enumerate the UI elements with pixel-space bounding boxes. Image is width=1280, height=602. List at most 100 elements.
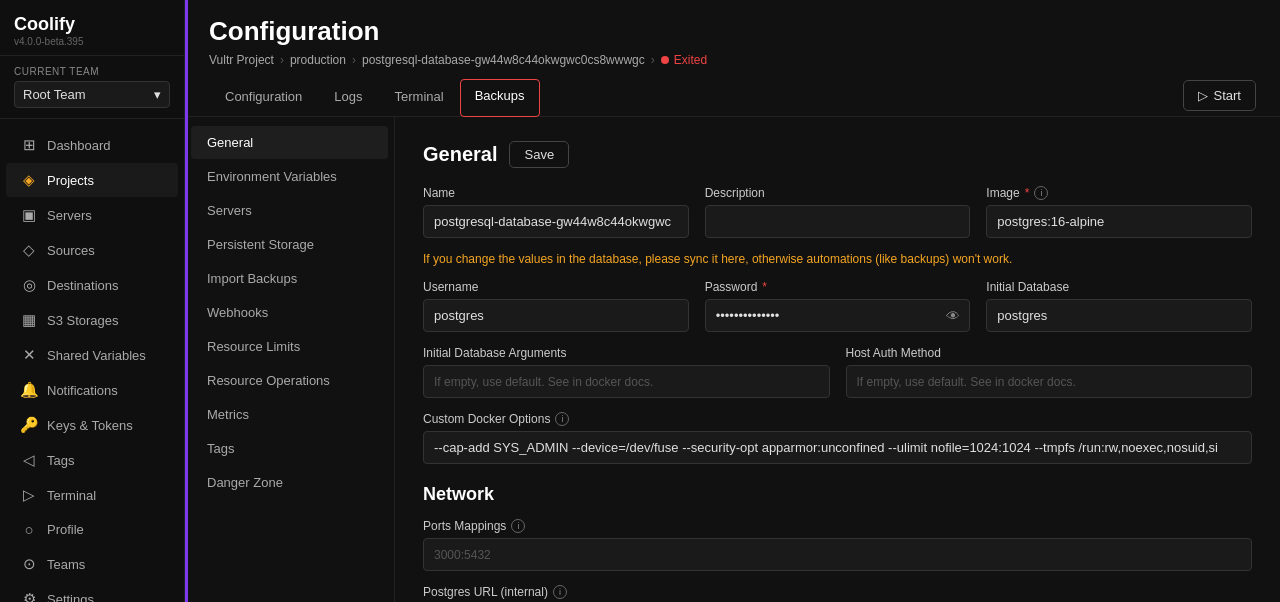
section-header: General Save bbox=[423, 141, 1252, 168]
sub-nav-persistent[interactable]: Persistent Storage bbox=[191, 228, 388, 261]
sub-nav-dangerzone[interactable]: Danger Zone bbox=[191, 466, 388, 499]
main-content: Configuration Vultr Project › production… bbox=[185, 0, 1280, 602]
brand-version: v4.0.0-beta.395 bbox=[14, 36, 170, 47]
team-section: Current Team Root Team ▾ bbox=[0, 56, 184, 119]
ports-input[interactable] bbox=[423, 538, 1252, 571]
sidebar-label-sources: Sources bbox=[47, 243, 95, 258]
initial-db-input[interactable] bbox=[986, 299, 1252, 332]
breadcrumb-resource[interactable]: postgresql-database-gw44w8c44okwgwc0cs8w… bbox=[362, 53, 645, 67]
sidebar-item-destinations[interactable]: ◎ Destinations bbox=[6, 268, 178, 302]
sidebar-label-destinations: Destinations bbox=[47, 278, 119, 293]
sub-nav-resourcelimits[interactable]: Resource Limits bbox=[191, 330, 388, 363]
docker-opts-input[interactable] bbox=[423, 431, 1252, 464]
sidebar-item-settings[interactable]: ⚙ Settings bbox=[6, 582, 178, 602]
section-title-text: General bbox=[423, 143, 497, 166]
sub-nav-envvars[interactable]: Environment Variables bbox=[191, 160, 388, 193]
name-desc-image-row: Name Description Image * i bbox=[423, 186, 1252, 238]
sharedvariables-icon: ✕ bbox=[20, 346, 38, 364]
accent-bar bbox=[185, 0, 188, 602]
sidebar-item-servers[interactable]: ▣ Servers bbox=[6, 198, 178, 232]
s3storages-icon: ▦ bbox=[20, 311, 38, 329]
notifications-icon: 🔔 bbox=[20, 381, 38, 399]
docker-opts-label: Custom Docker Options i bbox=[423, 412, 1252, 426]
sidebar-item-projects[interactable]: ◈ Projects bbox=[6, 163, 178, 197]
brand: Coolify v4.0.0-beta.395 bbox=[0, 0, 184, 56]
sidebar-item-sharedvariables[interactable]: ✕ Shared Variables bbox=[6, 338, 178, 372]
sidebar-item-profile[interactable]: ○ Profile bbox=[6, 513, 178, 546]
initial-db-label: Initial Database bbox=[986, 280, 1252, 294]
sidebar-item-sources[interactable]: ◇ Sources bbox=[6, 233, 178, 267]
breadcrumb-env[interactable]: production bbox=[290, 53, 346, 67]
destinations-icon: ◎ bbox=[20, 276, 38, 294]
sub-nav-webhooks[interactable]: Webhooks bbox=[191, 296, 388, 329]
team-selector[interactable]: Root Team ▾ bbox=[14, 81, 170, 108]
brand-name: Coolify bbox=[14, 14, 170, 35]
description-label: Description bbox=[705, 186, 971, 200]
sidebar-label-dashboard: Dashboard bbox=[47, 138, 111, 153]
sub-sidebar: GeneralEnvironment VariablesServersPersi… bbox=[185, 117, 395, 602]
description-input[interactable] bbox=[705, 205, 971, 238]
start-label: Start bbox=[1214, 88, 1241, 103]
docker-opts-info-icon: i bbox=[555, 412, 569, 426]
image-input[interactable] bbox=[986, 205, 1252, 238]
sub-nav-general[interactable]: General bbox=[191, 126, 388, 159]
sidebar-item-notifications[interactable]: 🔔 Notifications bbox=[6, 373, 178, 407]
team-name: Root Team bbox=[23, 87, 86, 102]
sidebar-label-tags: Tags bbox=[47, 453, 74, 468]
ports-group: Ports Mappings i bbox=[423, 519, 1252, 571]
sidebar-label-sharedvariables: Shared Variables bbox=[47, 348, 146, 363]
sidebar-item-tags[interactable]: ◁ Tags bbox=[6, 443, 178, 477]
sub-nav-tags[interactable]: Tags bbox=[191, 432, 388, 465]
ports-label: Ports Mappings i bbox=[423, 519, 1252, 533]
warning-text: If you change the values in the database… bbox=[423, 252, 1252, 266]
sidebar-item-terminal[interactable]: ▷ Terminal bbox=[6, 478, 178, 512]
db-args-input[interactable] bbox=[423, 365, 830, 398]
description-group: Description bbox=[705, 186, 971, 238]
tab-logs[interactable]: Logs bbox=[318, 79, 378, 116]
network-title: Network bbox=[423, 484, 1252, 505]
sidebar-item-s3storages[interactable]: ▦ S3 Storages bbox=[6, 303, 178, 337]
page-header: Configuration Vultr Project › production… bbox=[185, 0, 1280, 117]
dashboard-icon: ⊞ bbox=[20, 136, 38, 154]
eye-icon[interactable]: 👁 bbox=[946, 308, 960, 324]
name-label: Name bbox=[423, 186, 689, 200]
postgres-url-group: Postgres URL (internal) i 👁 bbox=[423, 585, 1252, 602]
form-area: General Save Name Description Image * bbox=[395, 117, 1280, 602]
sidebar-label-settings: Settings bbox=[47, 592, 94, 603]
username-input[interactable] bbox=[423, 299, 689, 332]
sub-nav-importbackups[interactable]: Import Backups bbox=[191, 262, 388, 295]
sidebar-item-dashboard[interactable]: ⊞ Dashboard bbox=[6, 128, 178, 162]
sub-nav-servers[interactable]: Servers bbox=[191, 194, 388, 227]
status-text: Exited bbox=[674, 53, 707, 67]
name-input[interactable] bbox=[423, 205, 689, 238]
initial-db-group: Initial Database bbox=[986, 280, 1252, 332]
tab-terminal[interactable]: Terminal bbox=[379, 79, 460, 116]
save-button[interactable]: Save bbox=[509, 141, 569, 168]
username-label: Username bbox=[423, 280, 689, 294]
sidebar-nav: ⊞ Dashboard◈ Projects▣ Servers◇ Sources◎… bbox=[0, 119, 184, 602]
sidebar-label-terminal: Terminal bbox=[47, 488, 96, 503]
settings-icon: ⚙ bbox=[20, 590, 38, 602]
sub-nav-resourceops[interactable]: Resource Operations bbox=[191, 364, 388, 397]
start-button[interactable]: ▷ Start bbox=[1183, 80, 1256, 111]
teams-icon: ⊙ bbox=[20, 555, 38, 573]
play-icon: ▷ bbox=[1198, 88, 1208, 103]
tab-backups[interactable]: Backups bbox=[460, 79, 540, 117]
page-title: Configuration bbox=[209, 16, 1256, 47]
sidebar-item-keystokens[interactable]: 🔑 Keys & Tokens bbox=[6, 408, 178, 442]
password-input[interactable] bbox=[705, 299, 971, 332]
host-auth-input[interactable] bbox=[846, 365, 1253, 398]
tab-configuration[interactable]: Configuration bbox=[209, 79, 318, 116]
status-badge: Exited bbox=[661, 53, 707, 67]
sidebar-label-notifications: Notifications bbox=[47, 383, 118, 398]
breadcrumb-project[interactable]: Vultr Project bbox=[209, 53, 274, 67]
profile-icon: ○ bbox=[20, 521, 38, 538]
sidebar-label-projects: Projects bbox=[47, 173, 94, 188]
sub-nav-metrics[interactable]: Metrics bbox=[191, 398, 388, 431]
servers-icon: ▣ bbox=[20, 206, 38, 224]
chevron-down-icon: ▾ bbox=[154, 87, 161, 102]
status-dot bbox=[661, 56, 669, 64]
tags-icon: ◁ bbox=[20, 451, 38, 469]
team-label: Current Team bbox=[14, 66, 170, 77]
sidebar-item-teams[interactable]: ⊙ Teams bbox=[6, 547, 178, 581]
